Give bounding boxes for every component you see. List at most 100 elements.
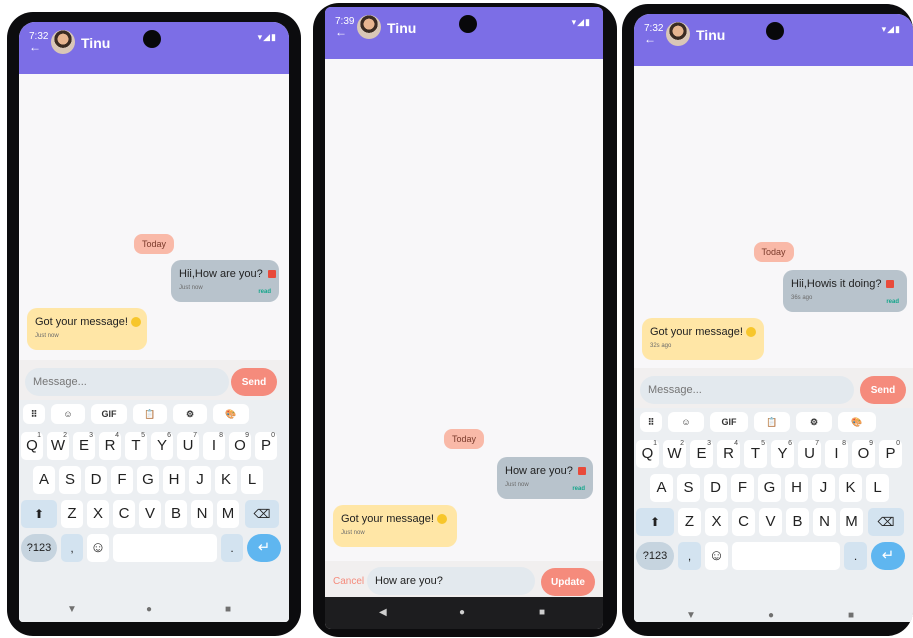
message-input[interactable] [640,376,854,404]
key-k[interactable]: K [839,474,862,502]
message-bubble-incoming[interactable]: Got your message! Just now [27,308,147,350]
gif-button[interactable]: GIF [91,404,127,424]
backspace-key[interactable]: ⌫ [868,508,904,536]
key-c[interactable]: C [732,508,755,536]
message-bubble-outgoing[interactable]: How are you? Just now read [497,457,593,499]
key-y[interactable]: Y6 [771,440,794,468]
key-y[interactable]: Y6 [151,432,173,460]
avatar[interactable] [51,30,75,54]
key-k[interactable]: K [215,466,237,494]
key-h[interactable]: H [163,466,185,494]
key-x[interactable]: X [705,508,728,536]
key-n[interactable]: N [191,500,213,528]
backspace-key[interactable]: ⌫ [245,500,279,528]
key-g[interactable]: G [137,466,159,494]
send-button[interactable]: Send [231,368,277,396]
message-bubble-incoming[interactable]: Got your message! 32s ago [642,318,764,360]
nav-back-icon[interactable]: ◀ [379,607,387,618]
key-e[interactable]: E3 [690,440,713,468]
key-j[interactable]: J [812,474,835,502]
update-button[interactable]: Update [541,568,595,596]
key-w[interactable]: W2 [47,432,69,460]
key-i[interactable]: I8 [203,432,225,460]
key-o[interactable]: O9 [229,432,251,460]
message-input[interactable] [25,368,229,396]
message-bubble-incoming[interactable]: Got your message! Just now [333,505,457,547]
space-key[interactable] [732,542,840,570]
key-s[interactable]: S [59,466,81,494]
symbols-key[interactable]: ?123 [636,542,674,570]
grid-icon[interactable]: ⠿ [640,412,662,432]
enter-key[interactable]: ↵ [247,534,281,562]
key-m[interactable]: M [217,500,239,528]
shift-key[interactable]: ⬆ [636,508,674,536]
nav-home-icon[interactable]: ● [768,610,774,621]
key-f[interactable]: F [111,466,133,494]
key-l[interactable]: L [866,474,889,502]
emoji-key[interactable]: ☺ [705,542,728,570]
message-bubble-outgoing[interactable]: Hii,Howis it doing? 36s ago read [783,270,907,312]
back-arrow-icon[interactable]: ← [335,25,347,39]
key-t[interactable]: T5 [125,432,147,460]
cancel-button[interactable]: Cancel [333,576,364,587]
key-l[interactable]: L [241,466,263,494]
palette-icon[interactable]: 🎨 [838,412,876,432]
key-o[interactable]: O9 [852,440,875,468]
nav-recents-icon[interactable]: ■ [225,604,231,615]
symbols-key[interactable]: ?123 [21,534,57,562]
key-v[interactable]: V [139,500,161,528]
clipboard-icon[interactable]: 📋 [133,404,167,424]
clipboard-icon[interactable]: 📋 [754,412,790,432]
key-h[interactable]: H [785,474,808,502]
key-e[interactable]: E3 [73,432,95,460]
trash-icon[interactable] [577,467,586,476]
key-t[interactable]: T5 [744,440,767,468]
key-u[interactable]: U7 [798,440,821,468]
space-key[interactable] [113,534,217,562]
key-g[interactable]: G [758,474,781,502]
nav-back-icon[interactable]: ▼ [686,610,696,621]
key-b[interactable]: B [786,508,809,536]
key-a[interactable]: A [650,474,673,502]
nav-back-icon[interactable]: ▼ [67,604,77,615]
key-a[interactable]: A [33,466,55,494]
key-w[interactable]: W2 [663,440,686,468]
key-c[interactable]: C [113,500,135,528]
comma-key[interactable]: , [61,534,83,562]
key-u[interactable]: U7 [177,432,199,460]
back-arrow-icon[interactable]: ← [29,40,41,54]
avatar[interactable] [666,22,690,46]
period-key[interactable]: . [844,542,867,570]
key-f[interactable]: F [731,474,754,502]
nav-home-icon[interactable]: ● [146,604,152,615]
key-i[interactable]: I8 [825,440,848,468]
send-button[interactable]: Send [860,376,906,404]
key-n[interactable]: N [813,508,836,536]
avatar[interactable] [357,15,381,39]
key-q[interactable]: Q1 [21,432,43,460]
key-s[interactable]: S [677,474,700,502]
settings-icon[interactable]: ⚙ [796,412,832,432]
key-d[interactable]: D [704,474,727,502]
grid-icon[interactable]: ⠿ [23,404,45,424]
key-z[interactable]: Z [61,500,83,528]
shift-key[interactable]: ⬆ [21,500,57,528]
settings-icon[interactable]: ⚙ [173,404,207,424]
nav-recents-icon[interactable]: ■ [539,607,545,618]
sticker-icon[interactable]: ☺ [668,412,704,432]
key-p[interactable]: P0 [879,440,902,468]
key-m[interactable]: M [840,508,863,536]
emoji-key[interactable]: ☺ [87,534,109,562]
trash-icon[interactable] [886,280,895,289]
sticker-icon[interactable]: ☺ [51,404,85,424]
enter-key[interactable]: ↵ [871,542,905,570]
nav-recents-icon[interactable]: ■ [848,610,854,621]
key-p[interactable]: P0 [255,432,277,460]
key-x[interactable]: X [87,500,109,528]
message-bubble-outgoing[interactable]: Hii,How are you? Just now read [171,260,279,302]
nav-home-icon[interactable]: ● [459,607,465,618]
key-r[interactable]: R4 [99,432,121,460]
trash-icon[interactable] [267,270,276,279]
palette-icon[interactable]: 🎨 [213,404,249,424]
period-key[interactable]: . [221,534,243,562]
